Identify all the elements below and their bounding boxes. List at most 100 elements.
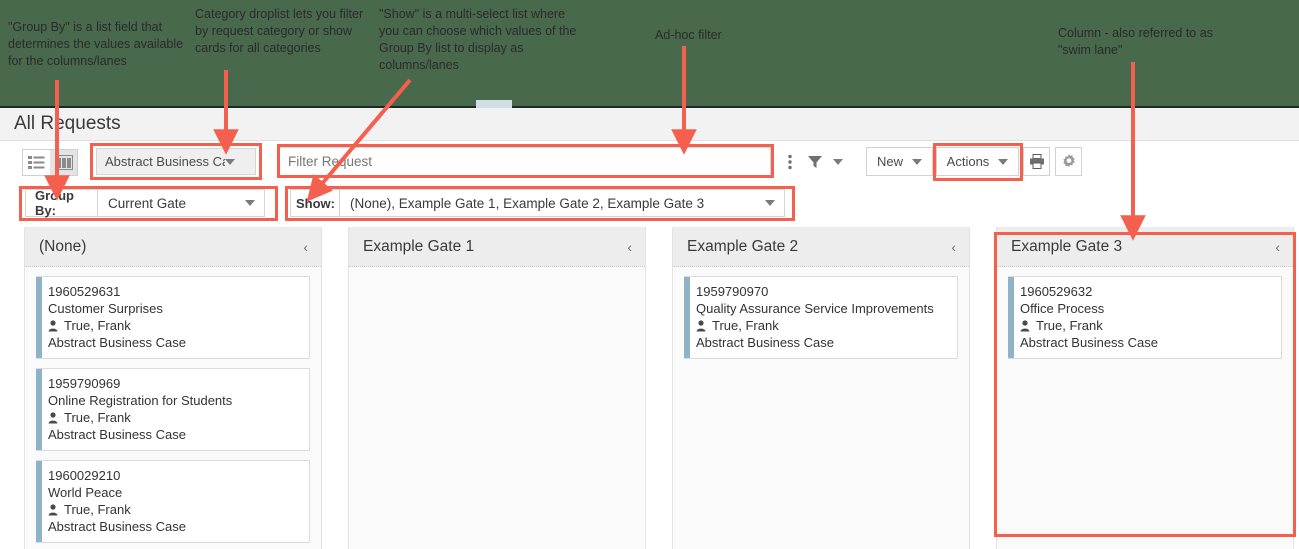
chevron-down-icon — [245, 200, 255, 206]
card-owner-name: True, Frank — [1036, 318, 1103, 333]
column-title: Example Gate 1 — [363, 237, 475, 255]
print-button[interactable] — [1023, 147, 1050, 176]
card-category: Abstract Business Case — [1020, 335, 1159, 350]
filter-request-input[interactable] — [279, 147, 771, 176]
printer-icon — [1029, 154, 1044, 169]
chevron-left-icon[interactable]: ‹ — [627, 239, 632, 255]
new-button[interactable]: New — [866, 147, 933, 176]
chevron-down-icon — [998, 158, 1009, 165]
card-id: 1960029210 — [48, 468, 121, 483]
annotation-adhoc-filter: Ad-hoc filter — [655, 28, 722, 42]
column-title: Example Gate 2 — [687, 237, 799, 255]
card-stripe — [36, 277, 42, 358]
card-owner-name: True, Frank — [64, 318, 131, 333]
list-view-icon[interactable] — [23, 150, 50, 175]
actions-button-label: Actions — [946, 154, 990, 169]
chevron-down-icon — [765, 200, 775, 206]
actions-button[interactable]: Actions — [936, 147, 1019, 176]
person-icon — [48, 319, 58, 331]
kanban-board: (None) ‹ 1960529631 Customer Surprises True,… — [0, 227, 1299, 549]
annotation-category: Category droplist lets you filter by req… — [195, 7, 364, 55]
annotation-show: "Show" is a multi-select list where you … — [379, 7, 577, 72]
person-icon — [696, 319, 706, 331]
column-title: Example Gate 3 — [1011, 237, 1123, 255]
group-by-label: Group By: — [26, 188, 98, 218]
card-owner: True, Frank — [696, 317, 949, 334]
card-title: Quality Assurance Service Improvements — [696, 301, 934, 316]
swimlane-column[interactable]: Example Gate 2 ‹ 1959790970 Quality Assuran… — [672, 227, 970, 549]
chevron-down-icon — [912, 158, 922, 165]
category-dropdown[interactable]: Abstract Business Case — [96, 148, 256, 175]
card-id: 1959790969 — [48, 376, 121, 391]
annotation-group-by: "Group By" is a list field that determin… — [8, 20, 184, 68]
request-card[interactable]: 1960529632 Office Process True, Frank Abstr… — [1008, 276, 1282, 359]
column-body — [349, 267, 645, 276]
chevron-down-icon — [225, 158, 235, 165]
gear-icon — [1062, 153, 1075, 167]
card-owner-name: True, Frank — [64, 410, 131, 425]
group-by-value: Current Gate — [108, 195, 187, 211]
category-dropdown-value: Abstract Business Case — [105, 154, 225, 169]
group-by-control[interactable]: Group By: Current Gate — [25, 188, 265, 218]
column-header: Example Gate 3 ‹ — [997, 227, 1293, 267]
request-card[interactable]: 1960029210 World Peace True, Frank Abstract… — [36, 460, 310, 543]
annotation-column: Column - also referred to as "swim lane" — [1058, 26, 1213, 57]
card-title: Customer Surprises — [48, 301, 163, 316]
card-category: Abstract Business Case — [696, 335, 835, 350]
annotation-banner: "Group By" is a list field that determin… — [0, 0, 1299, 108]
card-view-icon[interactable] — [50, 150, 77, 175]
card-id: 1960529631 — [48, 284, 121, 299]
card-owner: True, Frank — [1020, 317, 1273, 334]
card-category: Abstract Business Case — [48, 427, 187, 442]
card-owner-name: True, Frank — [64, 502, 131, 517]
card-stripe — [684, 277, 690, 358]
card-owner-name: True, Frank — [712, 318, 779, 333]
page-title: All Requests — [14, 113, 121, 134]
page-header-bar: All Requests — [0, 108, 1299, 141]
settings-button[interactable] — [1055, 147, 1082, 176]
card-owner: True, Frank — [48, 501, 301, 518]
card-id: 1960529632 — [1020, 284, 1093, 299]
card-owner: True, Frank — [48, 409, 301, 426]
group-by-dropdown[interactable]: Current Gate — [98, 196, 264, 211]
funnel-icon[interactable] — [806, 148, 824, 175]
column-body: 1960529632 Office Process True, Frank Abstr… — [997, 267, 1293, 359]
show-control[interactable]: Show: (None), Example Gate 1, Example Ga… — [290, 189, 785, 217]
person-icon — [1020, 319, 1030, 331]
chevron-left-icon[interactable]: ‹ — [951, 239, 956, 255]
card-title: Online Registration for Students — [48, 393, 233, 408]
column-header: Example Gate 1 ‹ — [349, 227, 645, 267]
column-header: Example Gate 2 ‹ — [673, 227, 969, 267]
person-icon — [48, 503, 58, 515]
banner-tab — [476, 100, 512, 108]
chevron-left-icon[interactable]: ‹ — [303, 239, 308, 255]
column-body: 1960529631 Customer Surprises True, Frank A… — [25, 267, 321, 543]
column-header: (None) ‹ — [25, 227, 321, 267]
card-title: World Peace — [48, 485, 123, 500]
swimlane-column[interactable]: Example Gate 3 ‹ 1960529632 Office Process T… — [996, 227, 1294, 549]
card-id: 1959790970 — [696, 284, 769, 299]
show-dropdown[interactable]: (None), Example Gate 1, Example Gate 2, … — [340, 196, 784, 211]
vertical-dots-icon[interactable] — [783, 148, 797, 175]
card-category: Abstract Business Case — [48, 519, 187, 534]
swimlane-column[interactable]: Example Gate 1 ‹ — [348, 227, 646, 549]
swimlane-column[interactable]: (None) ‹ 1960529631 Customer Surprises True,… — [24, 227, 322, 549]
show-value: (None), Example Gate 1, Example Gate 2, … — [350, 195, 705, 211]
column-body: 1959790970 Quality Assurance Service Impr… — [673, 267, 969, 359]
request-card[interactable]: 1959790970 Quality Assurance Service Impr… — [684, 276, 958, 359]
show-label: Show: — [291, 190, 340, 216]
card-stripe — [36, 369, 42, 450]
card-category: Abstract Business Case — [48, 335, 187, 350]
card-stripe — [1008, 277, 1014, 358]
request-card[interactable]: 1959790969 Online Registration for Studen… — [36, 368, 310, 451]
card-stripe — [36, 461, 42, 542]
person-icon — [48, 411, 58, 423]
view-toggle-group[interactable] — [22, 149, 78, 176]
card-owner: True, Frank — [48, 317, 301, 334]
request-card[interactable]: 1960529631 Customer Surprises True, Frank A… — [36, 276, 310, 359]
chevron-left-icon[interactable]: ‹ — [1275, 239, 1280, 255]
filter-chevron-down-icon[interactable] — [830, 148, 846, 175]
card-title: Office Process — [1020, 301, 1105, 316]
column-title: (None) — [39, 237, 87, 255]
new-button-label: New — [876, 154, 903, 169]
